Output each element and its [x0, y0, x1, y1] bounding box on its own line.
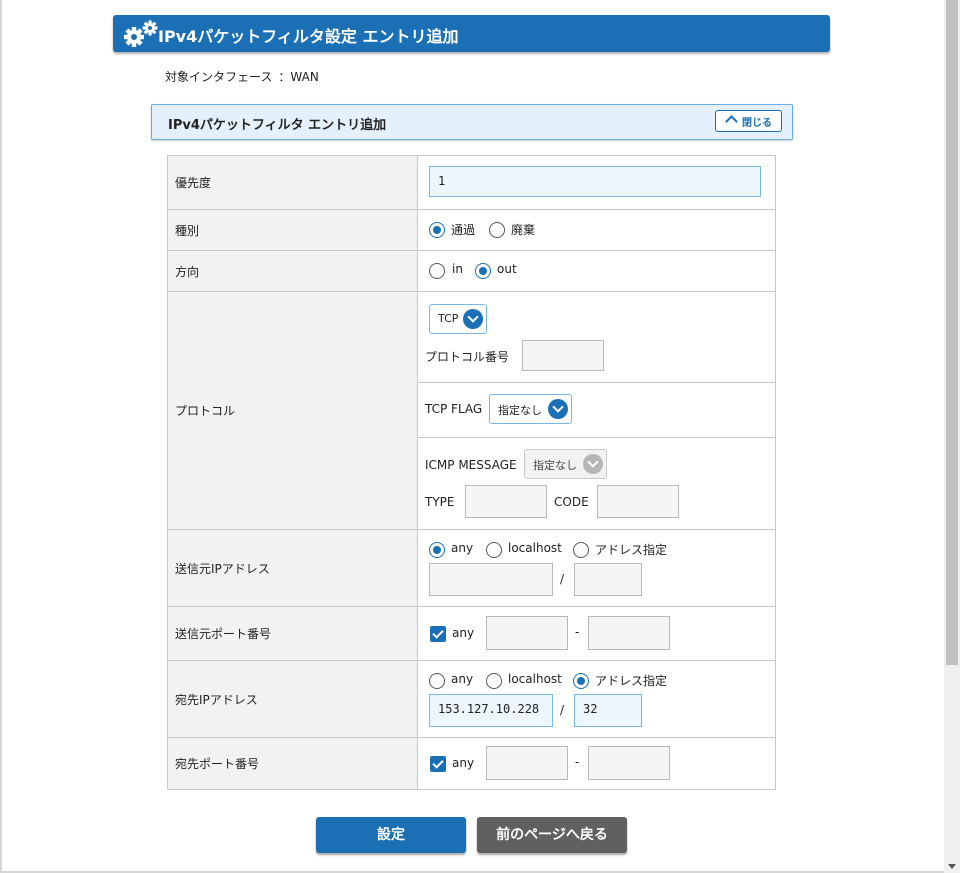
src-ip-address-input[interactable] — [429, 563, 553, 596]
protocol-select[interactable]: TCP — [429, 304, 487, 334]
dst-ip-label: 宛先IPアドレス — [167, 660, 418, 738]
protocol-number-input[interactable] — [522, 340, 604, 371]
src-ip-localhost-radio[interactable] — [486, 542, 502, 558]
dst-ip-localhost-label: localhost — [508, 672, 562, 686]
src-ip-slash: / — [560, 572, 565, 586]
close-section-label: 閉じる — [742, 118, 772, 129]
dst-port-to-input[interactable] — [588, 746, 670, 780]
icmp-message-select-value: 指定なし — [533, 459, 577, 472]
tcp-flag-label: TCP FLAG — [425, 402, 483, 416]
src-port-to-input[interactable] — [588, 616, 670, 650]
tcp-flag-select[interactable]: 指定なし — [489, 394, 572, 424]
src-port-dash: - — [575, 625, 580, 639]
dst-port-label: 宛先ポート番号 — [167, 737, 418, 790]
type-drop-radio[interactable] — [489, 222, 505, 238]
src-port-any-checkbox[interactable] — [430, 626, 446, 642]
type-pass-radio[interactable] — [429, 222, 445, 238]
dst-port-any-checkbox[interactable] — [430, 756, 446, 772]
type-label: 種別 — [167, 209, 418, 251]
src-ip-prefix-input[interactable] — [574, 563, 642, 596]
dst-ip-prefix-input[interactable]: 32 — [574, 694, 642, 727]
src-port-label: 送信元ポート番号 — [167, 606, 418, 661]
src-ip-localhost-label: localhost — [508, 541, 562, 555]
tcp-flag-select-value: 指定なし — [498, 404, 542, 417]
direction-label: 方向 — [167, 250, 418, 292]
row-dst-port: 宛先ポート番号 any - — [167, 737, 776, 790]
row-src-ip: 送信元IPアドレス any localhost アドレス指定 / — [167, 529, 776, 607]
row-priority: 優先度 1 — [167, 155, 776, 210]
target-interface-value: ：WAN — [278, 70, 319, 84]
src-port-from-input[interactable] — [486, 616, 568, 650]
row-src-port: 送信元ポート番号 any - — [167, 606, 776, 661]
dst-ip-slash: / — [560, 703, 565, 717]
window-frame-left — [0, 0, 2, 873]
target-interface-label: 対象インタフェース — [165, 70, 273, 84]
close-section-button[interactable]: 閉じる — [715, 110, 782, 132]
src-ip-any-radio[interactable] — [429, 542, 445, 558]
type-pass-label: 通過 — [451, 223, 476, 237]
src-ip-label: 送信元IPアドレス — [167, 529, 418, 607]
dst-port-any-label: any — [452, 756, 475, 770]
priority-input[interactable]: 1 — [429, 166, 761, 197]
protocol-number-label: プロトコル番号 — [425, 350, 510, 364]
back-button[interactable]: 前のページへ戻る — [477, 817, 627, 853]
icmp-message-label: ICMP MESSAGE — [425, 458, 517, 472]
scrollbar-thumb[interactable] — [946, 0, 958, 665]
dst-port-dash: - — [575, 755, 580, 769]
src-port-any-label: any — [452, 626, 475, 640]
protocol-select-value: TCP — [438, 312, 459, 325]
icmp-message-select[interactable]: 指定なし — [524, 449, 607, 479]
icmp-code-input[interactable] — [597, 485, 679, 518]
page-title-bar: IPv4パケットフィルタ設定 エントリ追加 — [113, 15, 830, 52]
dst-ip-specify-label: アドレス指定 — [595, 674, 668, 688]
icmp-type-input[interactable] — [465, 485, 547, 518]
row-type: 種別 通過 廃棄 — [167, 209, 776, 251]
dst-ip-address-input[interactable]: 153.127.10.228 — [429, 694, 553, 727]
row-protocol: プロトコル TCP プロトコル番号 TCP FLAG 指定なし ICMP MES… — [167, 291, 776, 530]
section-title: IPv4パケットフィルタ エントリ追加 — [168, 118, 387, 133]
page-title: IPv4パケットフィルタ設定 エントリ追加 — [158, 27, 459, 46]
protocol-divider-2 — [418, 437, 775, 438]
priority-label: 優先度 — [167, 155, 418, 210]
src-ip-specify-radio[interactable] — [573, 542, 589, 558]
section-header: IPv4パケットフィルタ エントリ追加 閉じる — [151, 104, 793, 140]
entry-form-table: 優先度 1 種別 通過 廃棄 方向 in out プロトコル TCP プロトコル — [167, 155, 776, 790]
row-dst-ip: 宛先IPアドレス any localhost アドレス指定 153.127.10… — [167, 660, 776, 738]
dst-port-from-input[interactable] — [486, 746, 568, 780]
dst-ip-specify-radio[interactable] — [573, 673, 589, 689]
dst-ip-any-radio[interactable] — [429, 673, 445, 689]
type-drop-label: 廃棄 — [511, 223, 536, 237]
src-ip-any-label: any — [451, 541, 474, 555]
direction-out-radio[interactable] — [475, 263, 491, 279]
direction-in-radio[interactable] — [429, 263, 445, 279]
icmp-code-label: CODE — [554, 495, 589, 509]
target-interface: 対象インタフェース ：WAN — [165, 68, 319, 85]
chevron-down-icon — [548, 399, 568, 419]
src-ip-specify-label: アドレス指定 — [595, 543, 668, 557]
dst-ip-any-label: any — [451, 672, 474, 686]
scroll-down-arrow-icon[interactable] — [948, 864, 956, 869]
dst-ip-localhost-radio[interactable] — [486, 673, 502, 689]
chevron-down-icon — [583, 454, 603, 474]
direction-in-label: in — [452, 262, 463, 276]
chevron-down-icon — [463, 309, 483, 329]
gears-icon — [124, 20, 158, 47]
protocol-label: プロトコル — [167, 291, 418, 530]
chevron-up-icon — [725, 115, 738, 128]
direction-out-label: out — [497, 262, 517, 276]
row-direction: 方向 in out — [167, 250, 776, 292]
vertical-scrollbar[interactable] — [944, 0, 960, 873]
icmp-type-label: TYPE — [425, 495, 455, 509]
protocol-divider-1 — [418, 382, 775, 383]
submit-button[interactable]: 設定 — [316, 817, 466, 853]
